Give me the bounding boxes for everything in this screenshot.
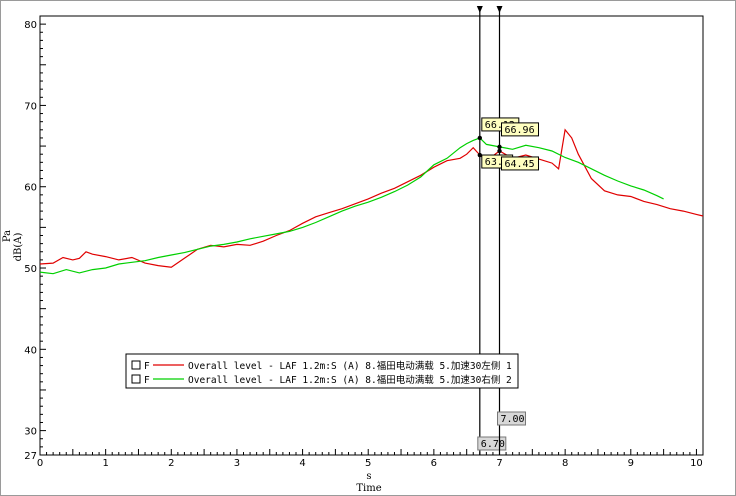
y-tick-label: 30 — [24, 427, 37, 438]
legend: F Overall level - LAF 1.2m:S (A) 8.福田电动满… — [125, 353, 519, 389]
cursor-point-1 — [477, 135, 483, 141]
legend-label-2: Overall level - LAF 1.2m:S (A) 8.福田电动满载 … — [188, 374, 512, 386]
y-tick-label: 70 — [24, 101, 37, 112]
x-tick-label: 7 — [496, 458, 502, 469]
x-tick-label: 2 — [168, 458, 174, 469]
cursor-handle-1[interactable] — [476, 6, 483, 13]
x-tick-label: 6 — [431, 458, 437, 469]
y-tick-label: 80 — [24, 20, 37, 31]
x-tick-label: 8 — [562, 458, 568, 469]
y-tick-label: 50 — [24, 264, 37, 275]
legend-checkbox-1[interactable] — [131, 360, 141, 370]
plot-frame — [39, 15, 704, 456]
legend-marker-1: F — [144, 361, 150, 372]
legend-checkbox-2[interactable] — [131, 374, 141, 384]
x-tick-label: 4 — [299, 458, 305, 469]
y-axis-title: dB(A) — [13, 233, 24, 262]
y-tick-label: 27 — [24, 451, 37, 462]
axes: 0 1 2 3 4 5 6 7 8 9 10 27 30 40 50 60 70 80 — [24, 15, 704, 469]
x-axis-title: Time — [356, 483, 381, 494]
cursor-point-3 — [497, 144, 502, 150]
cursor-x-label-1: 6.70 — [481, 439, 505, 450]
x-axis-unit: s — [366, 471, 371, 482]
x-tick-label: 1 — [102, 458, 108, 469]
cursor-point-4 — [497, 148, 502, 154]
cursor-x-label-2: 7.00 — [501, 414, 525, 425]
cursor-handle-2[interactable] — [496, 6, 503, 13]
y-axis-unit: Pa — [2, 230, 13, 242]
y-tick-label: 40 — [24, 345, 37, 356]
x-tick-label: 5 — [365, 458, 371, 469]
chart: 0 1 2 3 4 5 6 7 8 9 1027304050607080 6.707.0066.12… — [2, 6, 704, 494]
y-tick-label: 60 — [24, 183, 37, 194]
cursor-value-4: 64.45 — [505, 159, 535, 170]
x-tick-label: 10 — [690, 458, 703, 469]
legend-label-1: Overall level - LAF 1.2m:S (A) 8.福田电动满载 … — [188, 360, 512, 372]
cursor-value-3: 66.96 — [505, 125, 535, 136]
legend-marker-2: F — [144, 375, 150, 386]
x-tick-label: 0 — [37, 458, 43, 469]
x-tick-label: 3 — [234, 458, 240, 469]
x-tick-label: 9 — [628, 458, 634, 469]
